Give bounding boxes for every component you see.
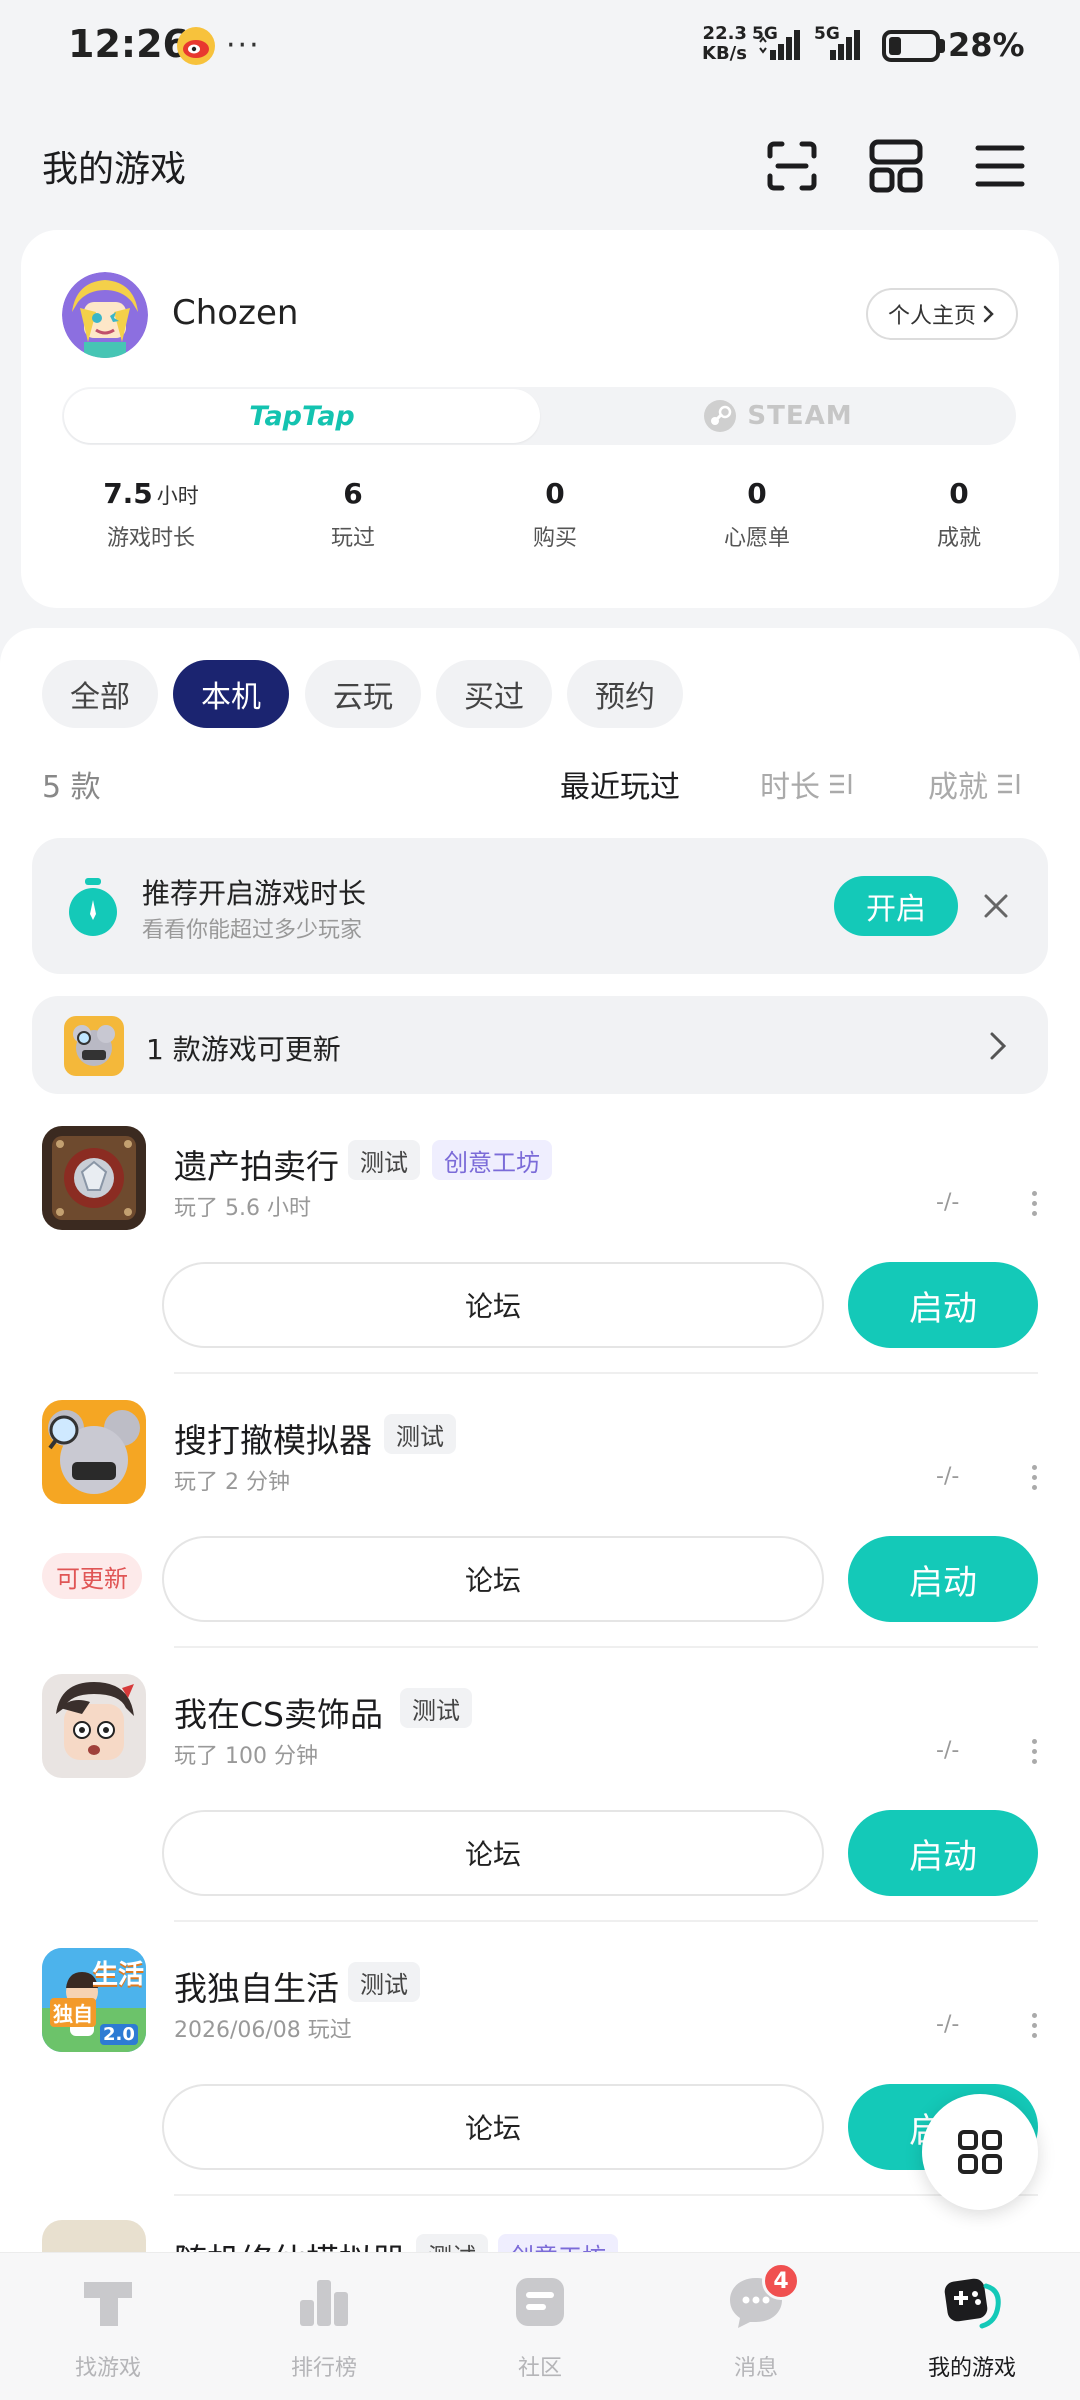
filter-chip-bought[interactable]: 买过 [436,660,552,728]
game-playtime: 玩了 100 分钟 [174,1744,318,1769]
signal-icon [759,30,800,60]
ranking-icon [300,2280,348,2326]
tag-test: 测试 [400,1688,472,1728]
stopwatch-icon [69,878,117,936]
signal-icon-2 [830,30,860,60]
nav-messages[interactable]: 消息 [648,2272,864,2390]
tag-test: 测试 [384,1414,456,1454]
status-time: 12:26 [68,22,189,66]
game-last-played: 2026/06/08 玩过 [174,2018,352,2043]
game-icon-auction[interactable] [42,1126,146,1230]
username: Chozen [172,293,299,333]
stat-achievements[interactable]: 0 成就 [858,477,1060,552]
battery-icon [882,30,940,62]
chevron-right-icon [983,305,994,323]
grid-icon [958,2130,1002,2174]
update-text: 1 款游戏可更新 [146,1033,341,1066]
game-count: 5 款 [42,770,101,805]
tag-test: 测试 [348,1140,420,1180]
sort-achievement[interactable]: 成就 [928,762,1022,806]
grid-apps-icon[interactable] [868,138,924,194]
update-badge[interactable]: 可更新 [42,1553,142,1599]
homepage-button[interactable]: 个人主页 [866,288,1018,340]
game-name[interactable]: 遗产拍卖行 [174,1140,339,1188]
community-icon [516,2278,564,2326]
launch-button[interactable]: 启动 [848,1536,1038,1622]
message-badge: 4 [762,2262,800,2300]
game-progress: -/- [936,1464,960,1489]
weibo-notification-icon [177,27,215,65]
filter-chip-reserved[interactable]: 预约 [567,660,683,728]
game-progress: -/- [936,2012,960,2037]
game-thumb-icon [64,1016,124,1076]
stat-playtime[interactable]: 7.5 小时 游戏时长 [50,477,252,552]
game-icon-extraction-sim[interactable] [42,1400,146,1504]
game-name[interactable]: 搜打撤模拟器 [174,1414,372,1462]
forum-button[interactable]: 论坛 [162,1262,824,1348]
filter-chip-cloud[interactable]: 云玩 [305,660,421,728]
launch-button[interactable]: 启动 [848,1262,1038,1348]
battery-percent: 28% [948,26,1025,64]
stat-played[interactable]: 6 玩过 [252,477,454,552]
filter-chip-local[interactable]: 本机 [173,660,289,728]
tag-test: 测试 [348,1962,420,2002]
sort-recent[interactable]: 最近玩过 [560,762,680,806]
status-more-icon: ··· [226,28,261,63]
game-icon-solo-life[interactable]: 生活 独自 2.0 [42,1948,146,2052]
avatar[interactable] [62,272,148,358]
tag-creative-workshop: 创意工坊 [432,1140,552,1180]
close-icon[interactable] [980,890,1012,922]
nav-find-games[interactable]: 找游戏 [0,2272,216,2390]
more-options-icon[interactable] [1030,1186,1038,1221]
more-options-icon[interactable] [1030,1734,1038,1769]
gamepad-icon [944,2278,1001,2329]
forum-button[interactable]: 论坛 [162,1536,824,1622]
game-playtime: 玩了 5.6 小时 [174,1196,311,1221]
nav-my-games[interactable]: 我的游戏 [864,2272,1080,2390]
banner-title: 推荐开启游戏时长 [142,877,367,910]
nav-community[interactable]: 社区 [432,2272,648,2390]
filter-chip-all[interactable]: 全部 [42,660,158,728]
game-name[interactable]: 我独自生活 [174,1962,339,2010]
game-progress: -/- [936,1190,960,1215]
forum-button[interactable]: 论坛 [162,1810,824,1896]
taptap-logo-icon [84,2282,132,2326]
sort-icon [998,774,1020,794]
game-progress: -/- [936,1738,960,1763]
launch-button[interactable]: 启动 [848,1810,1038,1896]
tab-steam[interactable]: STEAM [540,389,1016,443]
scan-icon[interactable] [764,138,820,194]
forum-button[interactable]: 论坛 [162,2084,824,2170]
nav-rankings[interactable]: 排行榜 [216,2272,432,2390]
game-name[interactable]: 我在CS卖饰品 [174,1688,383,1736]
stat-wishlist[interactable]: 0 心愿单 [656,477,858,552]
banner-subtitle: 看看你能超过多少玩家 [142,918,363,943]
chevron-right-icon [990,1032,1007,1060]
quick-grid-button[interactable] [922,2094,1038,2210]
sort-icon [830,774,852,794]
sort-duration[interactable]: 时长 [760,762,854,806]
steam-icon [704,400,737,432]
net-speed: 22.3 KB/s [702,23,747,64]
game-playtime: 玩了 2 分钟 [174,1470,290,1495]
game-icon-cs-skins[interactable] [42,1674,146,1778]
more-options-icon[interactable] [1030,2008,1038,2043]
stat-purchased[interactable]: 0 购买 [454,477,656,552]
tab-taptap[interactable]: TapTap [64,389,540,443]
page-title: 我的游戏 [42,149,187,190]
more-options-icon[interactable] [1030,1460,1038,1495]
enable-playtime-button[interactable]: 开启 [834,876,958,936]
menu-icon[interactable] [972,138,1028,194]
